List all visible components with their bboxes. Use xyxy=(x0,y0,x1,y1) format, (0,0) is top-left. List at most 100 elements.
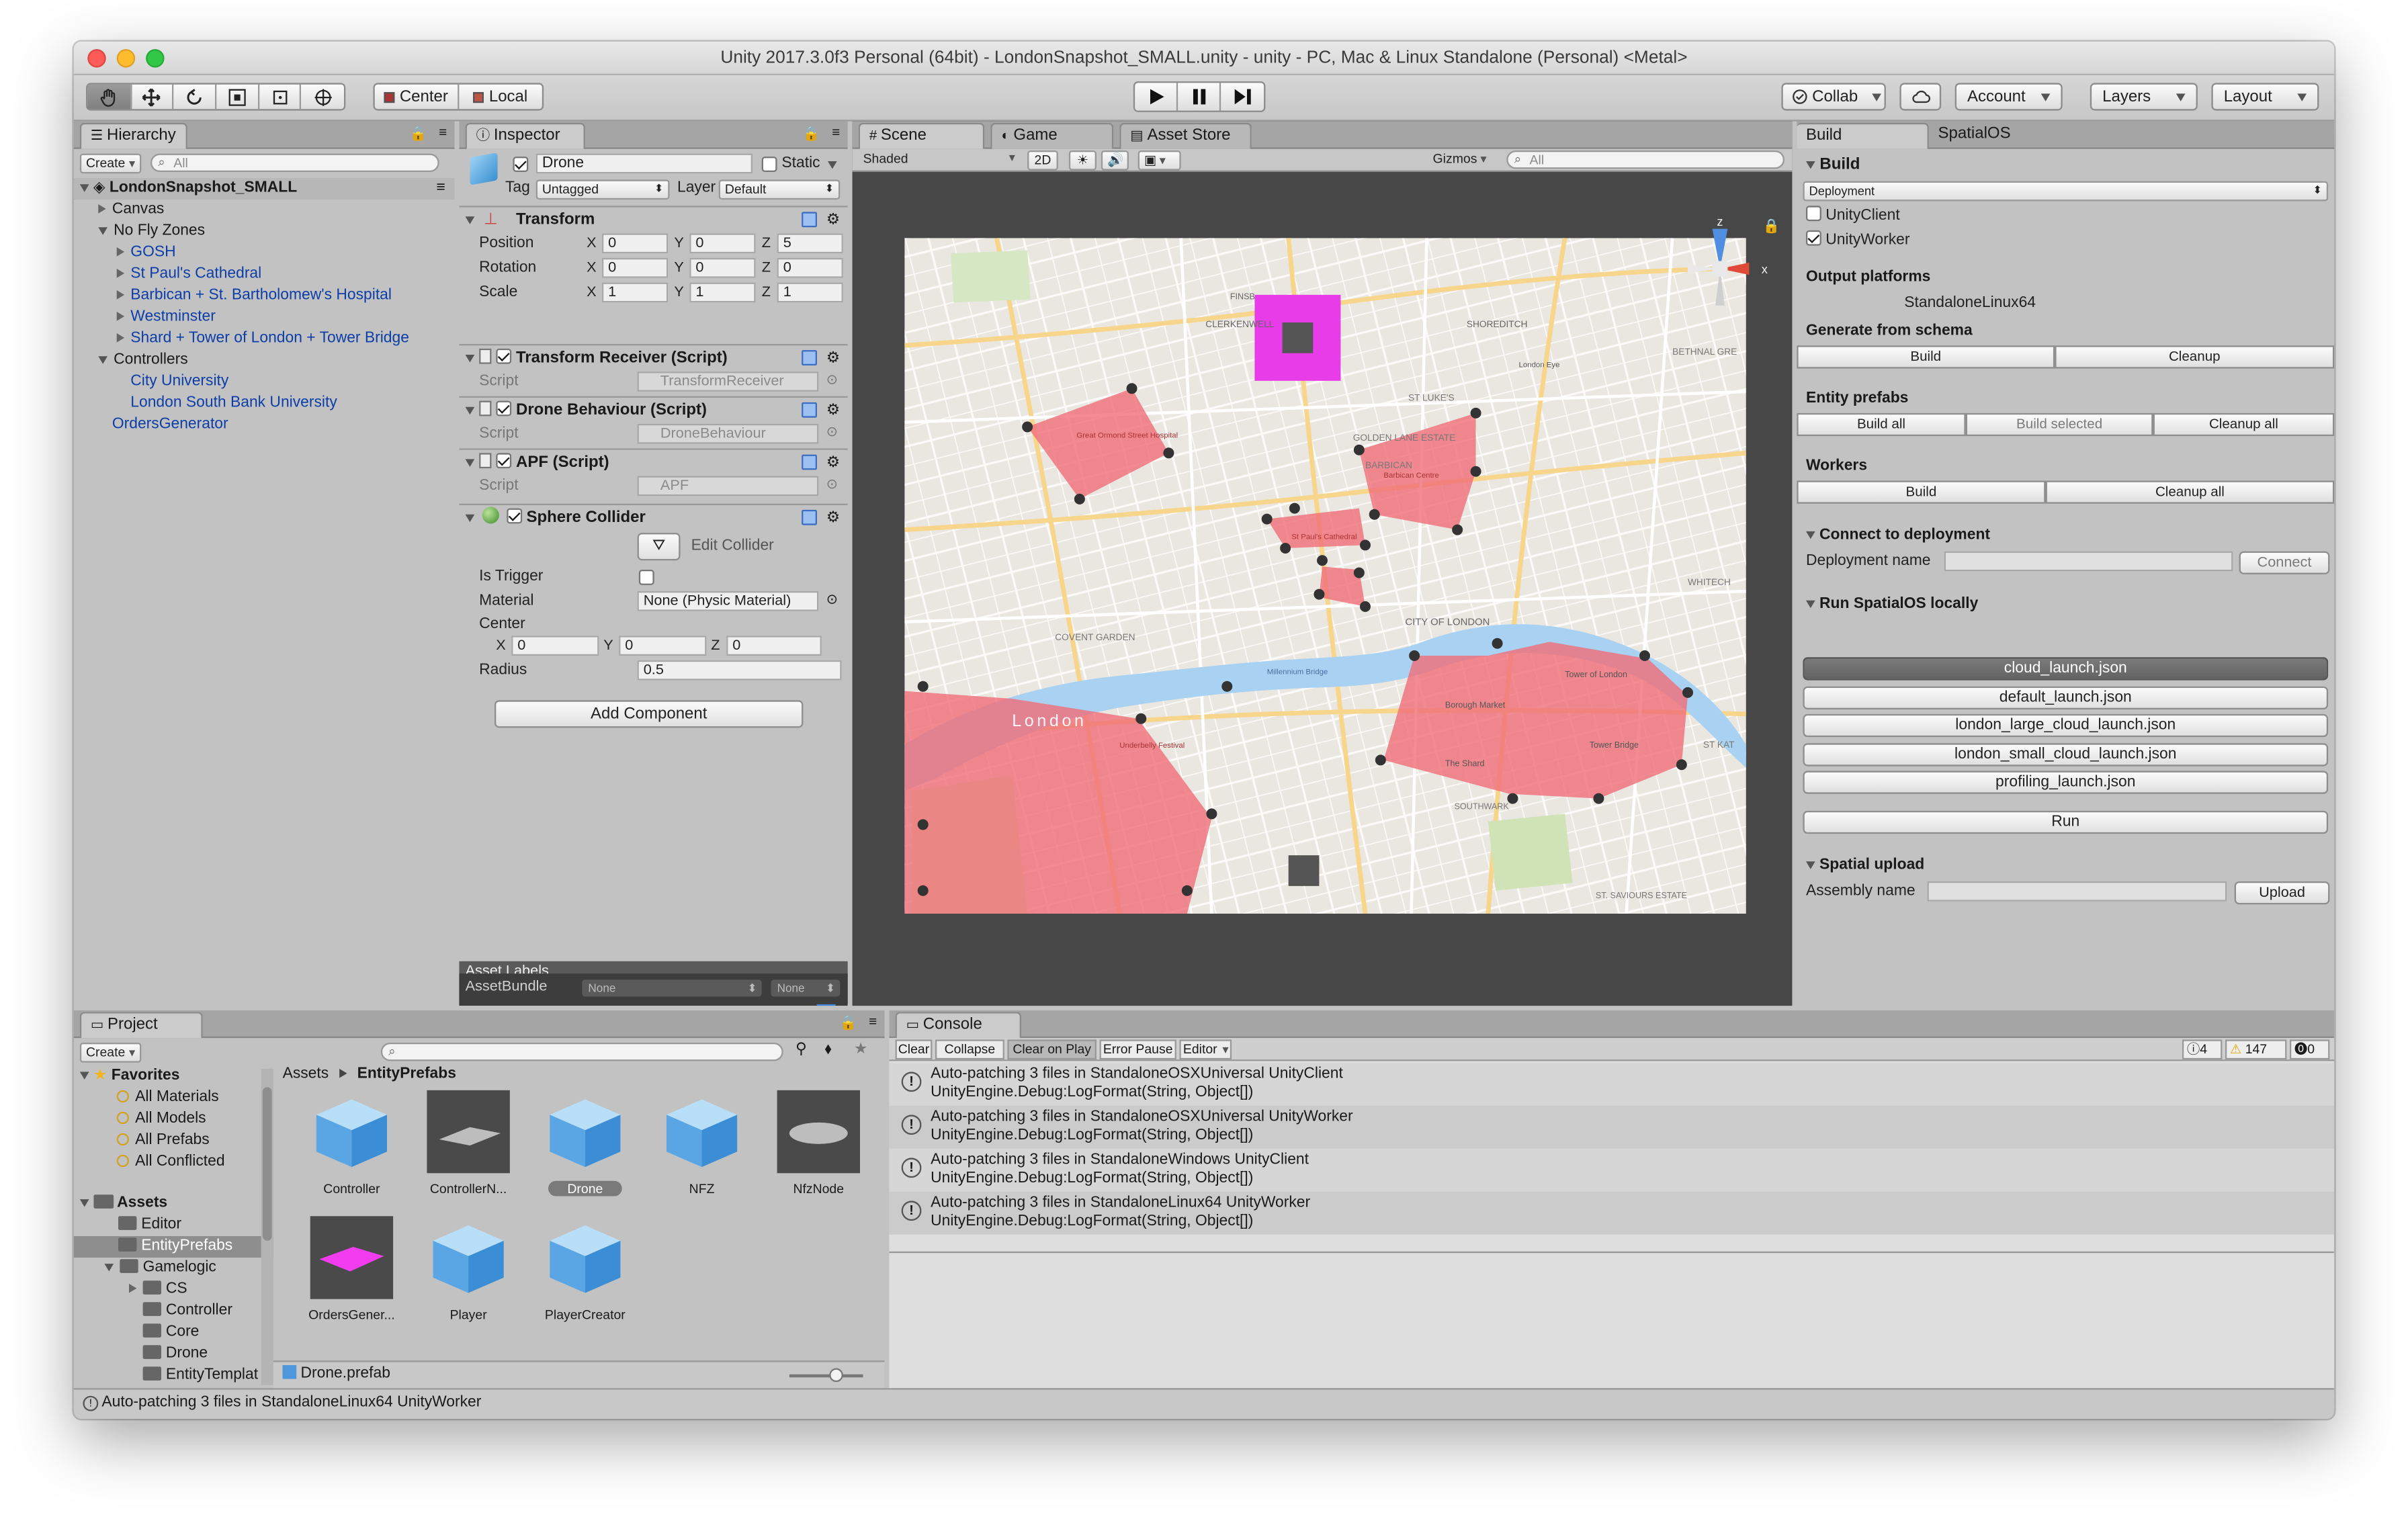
filter-label-icon[interactable]: ⬧ xyxy=(824,1041,831,1058)
gear-icon[interactable]: ⚙ xyxy=(826,398,840,424)
expand-down-icon[interactable] xyxy=(465,216,475,224)
is-trigger-checkbox[interactable] xyxy=(638,569,654,585)
scale-z-field[interactable]: 1 xyxy=(777,282,843,303)
lock-icon[interactable]: 🔒 xyxy=(840,1015,857,1032)
console-clear-on-play-button[interactable]: Clear on Play xyxy=(1007,1039,1096,1060)
rotation-z-field[interactable]: 0 xyxy=(777,257,843,278)
script-enabled-checkbox[interactable] xyxy=(496,400,512,417)
shading-dropdown[interactable]: Shaded xyxy=(859,150,1019,171)
hierarchy-item[interactable]: City University xyxy=(74,372,455,393)
expand-right-icon[interactable] xyxy=(116,312,125,322)
expand-down-icon[interactable] xyxy=(465,406,475,415)
help-book-icon[interactable] xyxy=(802,454,817,470)
expand-down-icon[interactable] xyxy=(1805,531,1815,539)
object-name-field[interactable]: Drone xyxy=(535,153,752,174)
asset-item[interactable]: Player xyxy=(421,1216,516,1322)
scale-x-field[interactable]: 1 xyxy=(601,282,669,303)
vertex[interactable] xyxy=(917,819,929,830)
scene-root-row[interactable]: ◈ LondonSnapshot_SMALL ≡ xyxy=(73,178,455,200)
vertex[interactable] xyxy=(1682,687,1693,698)
hierarchy-create-button[interactable]: Create xyxy=(79,153,142,174)
tab-asset-store[interactable]: ▤ Asset Store xyxy=(1119,122,1252,149)
vertex[interactable] xyxy=(1359,601,1371,612)
tab-spatialos[interactable]: SpatialOS xyxy=(1929,123,2061,149)
console-log-row[interactable]: ! Auto-patching 3 files in StandaloneOSXU… xyxy=(889,1105,2335,1149)
assembly-name-input[interactable] xyxy=(1927,881,2227,902)
console-count-error[interactable]: ⓿0 xyxy=(2289,1039,2330,1060)
tab-game[interactable]: ◐ Game xyxy=(990,122,1114,149)
vertex[interactable] xyxy=(1676,759,1687,771)
script-enabled-checkbox[interactable] xyxy=(496,348,512,364)
console-log-row[interactable]: ! Auto-patching 3 files in StandaloneWind… xyxy=(889,1148,2335,1192)
asset-folder-row[interactable]: EntityTemplat xyxy=(74,1365,273,1387)
breadcrumb-leaf[interactable]: EntityPrefabs xyxy=(357,1065,456,1082)
expand-right-icon[interactable] xyxy=(116,333,125,343)
tab-build[interactable]: Build xyxy=(1797,122,1929,149)
hierarchy-item[interactable]: Canvas xyxy=(74,200,455,221)
hierarchy-item[interactable]: GOSH xyxy=(74,243,455,264)
script-component-header[interactable]: APF (Script) ⚙ xyxy=(459,448,848,474)
vertex[interactable] xyxy=(1221,681,1233,692)
assets-row[interactable]: Assets xyxy=(74,1193,273,1215)
unity-client-row[interactable]: UnityClient xyxy=(1805,206,1900,224)
asset-folder-row[interactable]: Core xyxy=(74,1322,273,1344)
vertex[interactable] xyxy=(1353,444,1365,455)
expand-right-icon[interactable] xyxy=(116,269,125,279)
vertex[interactable] xyxy=(1135,713,1147,724)
gear-icon[interactable]: ⚙ xyxy=(826,208,840,234)
radius-field[interactable]: 0.5 xyxy=(637,660,842,681)
vertex[interactable] xyxy=(1126,383,1137,394)
project-create-button[interactable]: Create xyxy=(79,1042,142,1063)
toggle-2d-button[interactable]: 2D xyxy=(1027,150,1058,171)
hierarchy-search-input[interactable]: ⌕ All xyxy=(150,153,439,172)
console-clear-button[interactable]: Clear xyxy=(895,1039,933,1060)
workers-cleanup-all-button[interactable]: Cleanup all xyxy=(2045,480,2335,504)
account-dropdown[interactable]: Account xyxy=(1954,83,2063,111)
console-count-info[interactable]: ⓘ4 xyxy=(2182,1039,2223,1060)
asset-item[interactable]: Controller xyxy=(304,1090,400,1196)
scale-tool-button[interactable] xyxy=(216,84,259,110)
filter-type-icon[interactable]: ⚲ xyxy=(796,1041,807,1058)
gizmos-dropdown[interactable]: Gizmos xyxy=(1428,150,1499,171)
vertex[interactable] xyxy=(1639,650,1650,661)
tab-console[interactable]: ▭ Console xyxy=(895,1012,1021,1039)
favorite-star-icon[interactable]: ★ xyxy=(854,1041,867,1058)
pivot-local-toggle[interactable]: Local xyxy=(459,85,542,110)
project-search-input[interactable]: ⌕ xyxy=(380,1042,783,1061)
favorite-item[interactable]: All Conflicted xyxy=(74,1151,273,1173)
help-book-icon[interactable] xyxy=(802,509,817,525)
launch-config-button[interactable]: default_launch.json xyxy=(1803,685,2329,709)
move-tool-button[interactable] xyxy=(132,84,175,110)
launch-config-button[interactable]: london_small_cloud_launch.json xyxy=(1803,742,2329,766)
transform-tool-button[interactable] xyxy=(302,85,344,110)
vertex[interactable] xyxy=(1593,793,1604,804)
vertex[interactable] xyxy=(1261,513,1273,525)
asset-item[interactable]: NfzNode xyxy=(771,1090,866,1196)
lock-icon[interactable]: 🔒 xyxy=(803,126,820,142)
favorite-item[interactable]: All Models xyxy=(74,1108,273,1130)
vertex[interactable] xyxy=(1470,407,1481,419)
slider-thumb[interactable] xyxy=(829,1368,843,1383)
vertex[interactable] xyxy=(1452,524,1463,535)
expand-down-icon[interactable] xyxy=(98,355,108,364)
collider-enabled-checkbox[interactable] xyxy=(506,508,522,524)
vertex[interactable] xyxy=(1181,885,1193,896)
console-error-pause-button[interactable]: Error Pause xyxy=(1099,1039,1176,1060)
expand-down-icon[interactable] xyxy=(104,1263,114,1272)
gear-icon[interactable]: ⚙ xyxy=(826,505,840,531)
asset-folder-row[interactable]: Editor xyxy=(74,1215,273,1236)
panel-menu-icon[interactable]: ≡ xyxy=(439,124,447,140)
hierarchy-item[interactable]: Controllers xyxy=(74,350,455,372)
vertex[interactable] xyxy=(1470,466,1481,477)
expand-down-icon[interactable] xyxy=(465,514,475,522)
unity-client-checkbox[interactable] xyxy=(1805,206,1821,222)
scene-menu-icon[interactable]: ≡ xyxy=(436,178,445,200)
help-book-icon[interactable] xyxy=(802,350,817,365)
console-log-row[interactable]: ! Auto-patching 3 files in StandaloneLinu… xyxy=(889,1191,2335,1235)
play-button[interactable] xyxy=(1135,83,1178,111)
vertex[interactable] xyxy=(1507,793,1518,804)
script-component-header[interactable]: Transform Receiver (Script) ⚙ xyxy=(459,343,848,370)
launch-config-button[interactable]: london_large_cloud_launch.json xyxy=(1803,713,2329,738)
rotation-y-field[interactable]: 0 xyxy=(689,257,756,278)
scrollbar-thumb[interactable] xyxy=(262,1087,272,1241)
